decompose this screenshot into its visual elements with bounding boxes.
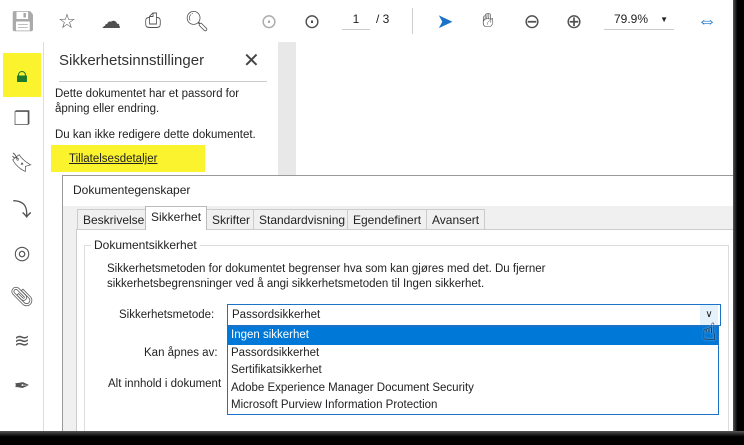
option-ingen-sikkerhet[interactable]: Ingen sikkerhet — [228, 327, 718, 345]
divider — [412, 8, 413, 34]
tab-sikkerhet[interactable]: Sikkerhet — [145, 206, 208, 230]
target-icon[interactable]: ◎ — [8, 239, 36, 267]
description-line-1: Sikkerhetsmetoden for dokumentet begrens… — [107, 263, 546, 275]
password-note: Dette dokumentet har et passord for åpni… — [55, 88, 240, 115]
select-cursor-icon[interactable]: ➤ — [432, 8, 458, 34]
security-method-dropdown: Ingen sikkerhet Passordsikkerhet Sertifi… — [227, 326, 719, 415]
zoom-value: 79.9% — [614, 12, 649, 26]
tab-skrifter[interactable]: Skrifter — [206, 209, 257, 229]
pages-icon[interactable]: ❐ — [8, 105, 36, 133]
star-icon[interactable]: ☆ — [54, 8, 80, 34]
option-microsoft-purview[interactable]: Microsoft Purview Information Protection — [228, 397, 718, 415]
document-properties-dialog: Dokumentegenskaper Beskrivelse Sikkerhet… — [62, 175, 736, 445]
hand-tool-icon[interactable]: ✋︎ — [475, 8, 501, 34]
security-method-select[interactable]: Passordsikkerhet ∨ — [227, 304, 721, 326]
tab-beskrivelse[interactable]: Beskrivelse — [77, 209, 151, 229]
opened-by-label: Kan åpnes av: — [144, 347, 218, 359]
permission-details-link[interactable]: Tillatelsesdetaljer — [69, 153, 157, 165]
tab-avansert[interactable]: Avansert — [426, 209, 486, 229]
security-pane: Dokumentsikkerhet Sikkerhetsmetoden for … — [76, 229, 736, 445]
tool-sidebar: 🔒︎ ❐ 🔖︎ ⤵ ◎ 📎︎ ≋ ✒ — [0, 42, 44, 445]
option-aem-document-security[interactable]: Adobe Experience Manager Document Securi… — [228, 380, 718, 398]
tab-egendefinert[interactable]: Egendefinert — [347, 209, 428, 229]
page-total: / 3 — [376, 12, 390, 26]
layers-icon[interactable]: ≋ — [8, 327, 36, 355]
sign-pen-icon[interactable]: ✒ — [8, 372, 36, 400]
print-icon[interactable]: ⎙ — [140, 8, 166, 34]
bookmark-icon[interactable]: 🔖︎ — [8, 149, 36, 177]
fit-page-icon[interactable]: ⇔ — [694, 8, 720, 34]
dialog-title: Dokumentegenskaper — [73, 183, 191, 197]
search-icon[interactable]: 🔍︎ — [184, 8, 210, 34]
toolbar: 💾︎ ☆ ☁ ⎙ 🔍︎ ⊙ ⊙ 1 / 3 ➤ ✋︎ ⊖ ⊕ 79.9% ▼ ⇔ — [0, 0, 744, 42]
shadow — [0, 431, 744, 445]
divider — [59, 81, 267, 82]
shadow — [733, 0, 744, 445]
zoom-in-icon[interactable]: ⊕ — [561, 8, 587, 34]
security-method-label: Sikkerhetsmetode: — [119, 309, 215, 321]
description-line-2: sikkerhetsbegrensninger ved å angi sikke… — [107, 278, 485, 290]
close-icon[interactable]: ✕ — [243, 48, 260, 73]
attachment-icon[interactable]: 📎︎ — [8, 283, 36, 311]
chevron-down-icon: ▼ — [660, 15, 668, 24]
zoom-out-icon[interactable]: ⊖ — [519, 8, 545, 34]
save-icon[interactable]: 💾︎ — [10, 8, 36, 34]
panel-title: Sikkerhetsinnstillinger — [59, 52, 205, 69]
page-number-input[interactable]: 1 — [342, 12, 370, 30]
upload-cloud-icon[interactable]: ☁ — [98, 8, 124, 34]
tab-standardvisning[interactable]: Standardvisning — [253, 209, 352, 229]
zoom-select[interactable]: 79.9% ▼ — [604, 12, 674, 30]
group-title: Dokumentsikkerhet — [91, 238, 200, 252]
edit-note: Du kan ikke redigere dette dokumentet. — [55, 129, 256, 141]
option-passordsikkerhet[interactable]: Passordsikkerhet — [228, 345, 718, 363]
next-page-icon[interactable]: ⊙ — [299, 8, 325, 34]
hand-cursor-icon: ☝︎ — [702, 319, 717, 346]
content-label: Alt innhold i dokument — [108, 378, 222, 390]
selected-value: Passordsikkerhet — [232, 309, 321, 321]
previous-page-icon[interactable]: ⊙ — [256, 8, 282, 34]
order-icon[interactable]: ⤵ — [8, 194, 36, 222]
lock-icon[interactable]: 🔒︎ — [8, 61, 36, 89]
option-sertifikatsikkerhet[interactable]: Sertifikatsikkerhet — [228, 362, 718, 380]
